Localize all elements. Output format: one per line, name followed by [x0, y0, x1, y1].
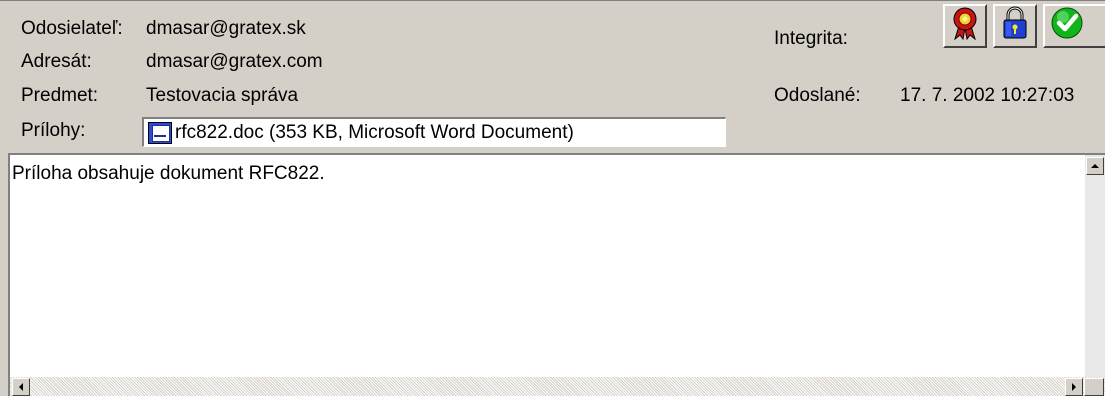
- subject-label: Predmet:: [21, 85, 99, 106]
- sender-value: dmasar@gratex.sk: [146, 18, 306, 39]
- recipient-value: dmasar@gratex.com: [146, 51, 323, 72]
- top-border: [0, 0, 1105, 1]
- scroll-left-button[interactable]: [12, 378, 30, 396]
- arrow-right-icon: [1072, 383, 1076, 391]
- vertical-scrollbar[interactable]: [1085, 155, 1105, 396]
- lock-icon: [1000, 6, 1030, 46]
- sender-label: Odosielateľ:: [21, 18, 123, 39]
- certificate-icon: [949, 6, 981, 46]
- scroll-up-button[interactable]: [1086, 157, 1104, 175]
- checkmark-icon: [1050, 6, 1084, 46]
- message-body[interactable]: Príloha obsahuje dokument RFC822.: [8, 153, 1105, 396]
- sent-value: 17. 7. 2002 10:27:03: [900, 85, 1075, 106]
- arrow-up-icon: [1091, 164, 1099, 168]
- arrow-left-icon: [19, 383, 23, 391]
- message-body-text: Príloha obsahuje dokument RFC822.: [12, 163, 325, 184]
- encryption-button[interactable]: [993, 4, 1037, 48]
- scroll-corner: [1084, 378, 1104, 396]
- sent-label: Odoslané:: [774, 85, 861, 106]
- attachments-label: Prílohy:: [21, 120, 86, 141]
- attachment-field[interactable]: rfc822.doc (353 KB, Microsoft Word Docum…: [142, 117, 726, 147]
- recipient-label: Adresát:: [21, 51, 92, 72]
- scroll-right-button[interactable]: [1065, 378, 1083, 396]
- integrity-label: Integrita:: [774, 28, 848, 49]
- verified-button[interactable]: [1043, 4, 1105, 48]
- horizontal-scrollbar[interactable]: [10, 377, 1105, 396]
- certificate-button[interactable]: [943, 4, 987, 48]
- subject-value: Testovacia správa: [146, 85, 299, 106]
- attachment-link[interactable]: rfc822.doc (353 KB, Microsoft Word Docum…: [175, 122, 574, 144]
- word-document-icon: [148, 121, 172, 144]
